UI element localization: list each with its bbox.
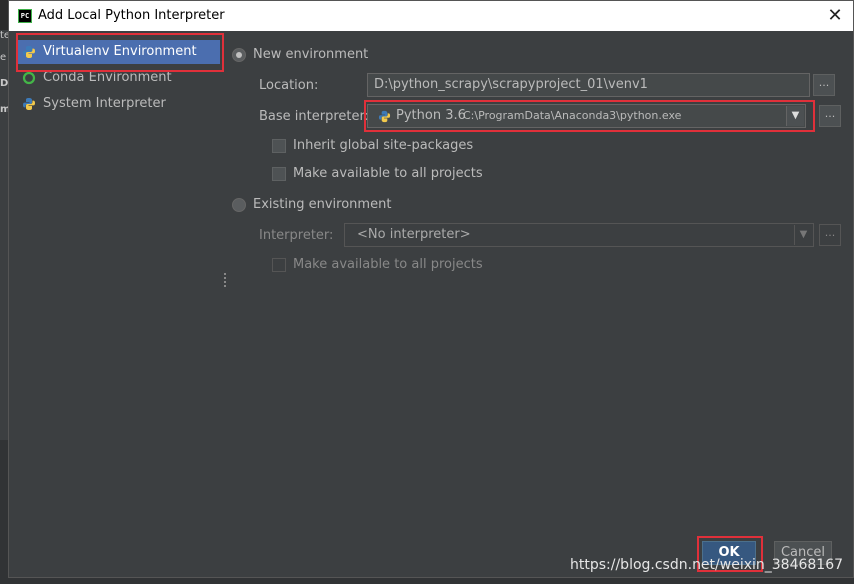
sidebar-item-conda[interactable]: Conda Environment bbox=[17, 66, 220, 90]
existing-make-available-checkbox[interactable] bbox=[272, 258, 286, 272]
chevron-down-icon[interactable]: ▼ bbox=[794, 225, 812, 245]
base-interpreter-dropdown[interactable]: Python 3.6 C:\ProgramData\Anaconda3\pyth… bbox=[367, 104, 806, 128]
new-environment-radio[interactable] bbox=[232, 48, 246, 62]
interpreter-browse-button[interactable]: ... bbox=[819, 224, 841, 246]
interpreter-value: <No interpreter> bbox=[357, 227, 471, 242]
watermark-text: https://blog.csdn.net/weixin_38468167 bbox=[570, 557, 844, 573]
python-venv-icon bbox=[23, 46, 35, 58]
pycharm-app-icon: PC bbox=[18, 9, 32, 23]
sidebar-item-virtualenv[interactable]: Virtualenv Environment bbox=[17, 40, 220, 64]
existing-environment-label: Existing environment bbox=[253, 197, 392, 212]
existing-environment-radio[interactable] bbox=[232, 198, 246, 212]
environment-form: New environment Location: D:\python_scra… bbox=[227, 31, 854, 531]
interpreter-dropdown[interactable]: <No interpreter> ▼ bbox=[344, 223, 814, 247]
bg-char: e bbox=[0, 52, 7, 63]
base-interpreter-browse-button[interactable]: ... bbox=[819, 105, 841, 127]
ide-background-left: te e D m bbox=[0, 30, 10, 450]
location-label: Location: bbox=[259, 78, 319, 93]
dialog-title: Add Local Python Interpreter bbox=[38, 8, 225, 23]
base-interpreter-label: Base interpreter: bbox=[259, 109, 369, 124]
existing-make-available-label: Make available to all projects bbox=[293, 257, 483, 272]
sidebar-item-label: Virtualenv Environment bbox=[43, 44, 197, 59]
location-field[interactable]: D:\python_scrapy\scrapyproject_01\venv1 bbox=[367, 73, 810, 97]
chevron-down-icon[interactable]: ▼ bbox=[786, 106, 804, 126]
make-available-label: Make available to all projects bbox=[293, 166, 483, 181]
environment-type-sidebar: Virtualenv Environment Conda Environment… bbox=[9, 31, 224, 577]
base-interpreter-path: C:\ProgramData\Anaconda3\python.exe bbox=[463, 109, 682, 122]
make-available-checkbox[interactable] bbox=[272, 167, 286, 181]
sidebar-item-system[interactable]: System Interpreter bbox=[17, 92, 220, 116]
add-interpreter-dialog: PC Add Local Python Interpreter ✕ Virtua… bbox=[8, 0, 854, 578]
close-icon[interactable]: ✕ bbox=[825, 6, 845, 26]
inherit-site-packages-label: Inherit global site-packages bbox=[293, 138, 474, 153]
inherit-site-packages-checkbox[interactable] bbox=[272, 139, 286, 153]
conda-ring-icon bbox=[22, 71, 36, 85]
interpreter-label: Interpreter: bbox=[259, 228, 334, 243]
python-icon bbox=[378, 110, 391, 123]
sidebar-item-label: Conda Environment bbox=[43, 70, 172, 85]
title-bar: PC Add Local Python Interpreter ✕ bbox=[9, 1, 853, 31]
sidebar-item-label: System Interpreter bbox=[43, 96, 166, 111]
base-interpreter-name: Python 3.6 bbox=[396, 108, 466, 123]
location-browse-button[interactable]: ... bbox=[813, 74, 835, 96]
python-icon bbox=[23, 98, 35, 110]
new-environment-label: New environment bbox=[253, 47, 369, 62]
